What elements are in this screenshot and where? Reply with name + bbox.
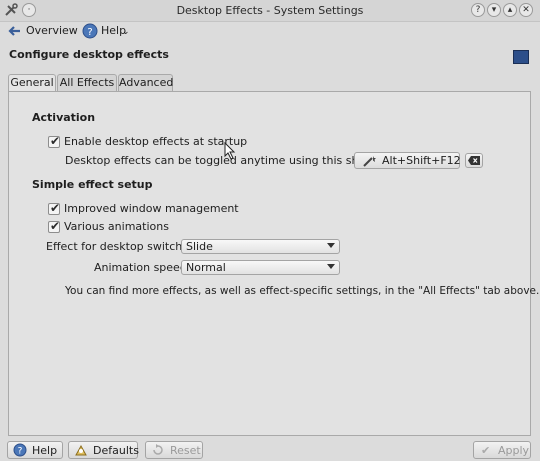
close-icon[interactable]: ✕ (519, 3, 533, 17)
chevron-down-icon: ⌄ (122, 27, 130, 37)
toolbar: Overview ? Help ⌄ (0, 21, 540, 42)
page-title: Configure desktop effects (9, 48, 169, 61)
desktop-switching-value: Slide (186, 240, 213, 253)
reset-icon (153, 444, 163, 455)
wand-icon (363, 156, 376, 167)
window-title: Desktop Effects - System Settings (176, 4, 364, 17)
help-button-label: Help (32, 444, 58, 457)
defaults-button[interactable]: Defaults (68, 441, 139, 459)
simple-setup-heading: Simple effect setup (32, 178, 153, 191)
check-icon: ✔ (50, 134, 61, 148)
defaults-button-label: Defaults (93, 444, 139, 457)
check-icon: ✔ (481, 444, 491, 457)
animation-speed-select[interactable]: Normal (181, 260, 340, 275)
improved-window-label[interactable]: Improved window management (64, 202, 239, 215)
chevron-down-icon (327, 243, 335, 248)
desktop-switching-select[interactable]: Slide (181, 239, 340, 254)
apply-button[interactable]: ✔ Apply (473, 441, 531, 459)
reset-button-label: Reset (170, 444, 201, 457)
reset-button[interactable]: Reset (145, 441, 203, 459)
maximize-icon[interactable]: ▴ (503, 3, 517, 17)
tab-general[interactable]: General (8, 74, 56, 92)
chevron-down-icon (327, 264, 335, 269)
animation-speed-value: Normal (186, 261, 226, 274)
svg-text:?: ? (18, 447, 23, 457)
various-animations-checkbox[interactable]: ✔ (48, 219, 61, 233)
title-bar: · Desktop Effects - System Settings ? ▾ … (0, 0, 540, 22)
tab-advanced[interactable]: Advanced (118, 74, 173, 91)
tab-general-label: General (10, 76, 54, 89)
enable-effects-label[interactable]: Enable desktop effects at startup (64, 135, 247, 148)
clear-shortcut-button[interactable] (465, 153, 483, 168)
check-icon: ✔ (50, 219, 61, 233)
help-menu-button[interactable]: ? Help ⌄ (80, 22, 134, 40)
tab-all-effects-label: All Effects (59, 76, 115, 89)
overview-button[interactable]: Overview (4, 22, 78, 40)
improved-window-checkbox[interactable]: ✔ (48, 201, 61, 215)
desktop-switching-label: Effect for desktop switching: (46, 240, 203, 253)
enable-effects-checkbox[interactable]: ✔ (48, 134, 61, 148)
clear-backspace-icon (468, 156, 480, 165)
apply-button-label: Apply (498, 444, 530, 457)
various-animations-label[interactable]: Various animations (64, 220, 169, 233)
activation-heading: Activation (32, 111, 96, 124)
tab-advanced-label: Advanced (119, 76, 174, 89)
shortcut-button[interactable]: Alt+Shift+F12 (354, 152, 461, 169)
help-button[interactable]: ? Help (7, 441, 63, 459)
minimize-icon[interactable]: ▾ (487, 3, 501, 17)
desktop-effects-icon (513, 50, 529, 64)
check-icon: ✔ (50, 201, 61, 215)
help-icon[interactable]: ? (471, 3, 485, 17)
animation-speed-label: Animation speed: (94, 261, 191, 274)
svg-text:?: ? (87, 27, 92, 38)
defaults-icon (75, 444, 87, 456)
overview-label: Overview (26, 24, 78, 37)
back-arrow-icon (8, 26, 20, 36)
more-effects-info: You can find more effects, as well as ef… (65, 285, 540, 297)
shortcut-value: Alt+Shift+F12 (382, 154, 461, 167)
help-circle-icon: ? (13, 443, 27, 457)
help-circle-icon: ? (82, 23, 98, 39)
tab-all-effects[interactable]: All Effects (57, 74, 117, 91)
shortcut-hint: Desktop effects can be toggled anytime u… (65, 154, 396, 167)
